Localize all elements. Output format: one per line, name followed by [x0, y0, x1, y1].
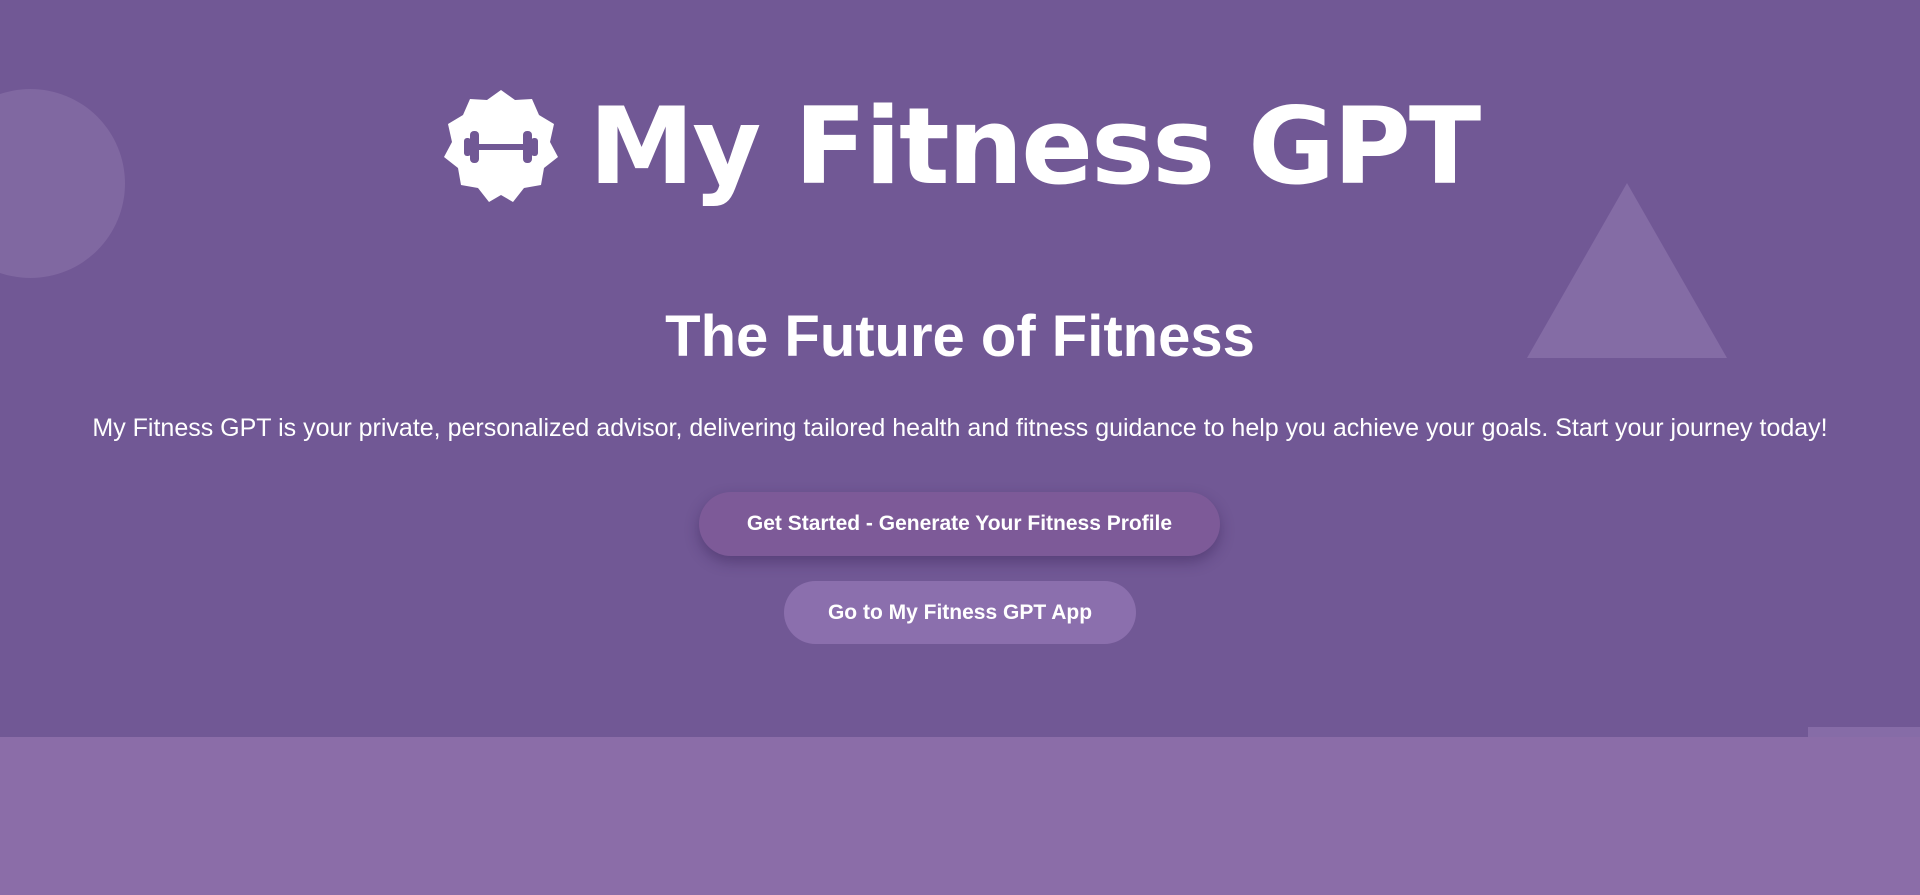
- get-started-button[interactable]: Get Started - Generate Your Fitness Prof…: [699, 492, 1220, 556]
- hero-tagline: My Fitness GPT is your private, personal…: [92, 414, 1828, 442]
- hero-headline: The Future of Fitness: [665, 304, 1255, 369]
- brand-logo[interactable]: My Fitness GPT: [0, 82, 1920, 212]
- decorative-square: [1808, 727, 1920, 737]
- dumbbell-badge-icon: [443, 90, 558, 202]
- go-to-app-button[interactable]: Go to My Fitness GPT App: [784, 581, 1136, 644]
- brand-name: My Fitness GPT: [588, 85, 1481, 208]
- hero-section: My Fitness GPT The Future of Fitness My …: [0, 0, 1920, 737]
